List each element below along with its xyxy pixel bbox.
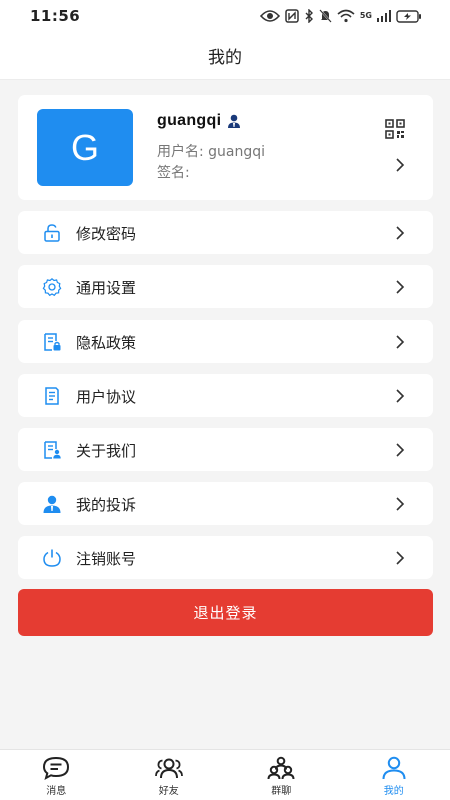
nav-label: 群聊 <box>271 786 292 797</box>
nav-label: 消息 <box>46 786 67 797</box>
battery-icon <box>396 9 421 23</box>
profile-username: 用户名: guangqi <box>157 144 266 160</box>
power-icon <box>43 549 61 567</box>
profile-name-row: guangqi <box>157 112 242 130</box>
mute-bell-icon <box>319 9 332 23</box>
person-icon <box>43 495 61 513</box>
menu-item-delete-account[interactable]: 注销账号 <box>18 536 433 579</box>
menu-label: 修改密码 <box>76 225 137 243</box>
qr-code-icon[interactable] <box>385 119 405 139</box>
friends-icon <box>154 758 183 779</box>
eye-icon <box>259 10 280 22</box>
profile-icon <box>382 756 406 780</box>
menu-item-user-agreement[interactable]: 用户协议 <box>18 374 433 417</box>
menu-label: 隐私政策 <box>76 334 137 352</box>
menu-label: 用户协议 <box>76 388 137 406</box>
profile-signature: 签名: <box>157 165 190 181</box>
network-label: 5G <box>359 11 372 20</box>
group-icon <box>267 756 295 780</box>
menu-item-privacy-policy[interactable]: 隐私政策 <box>18 320 433 363</box>
message-icon <box>43 756 70 780</box>
page-title: 我的 <box>208 48 242 68</box>
menu-item-general-settings[interactable]: 通用设置 <box>18 265 433 308</box>
chevron-right-icon <box>396 335 405 349</box>
document-lock-icon <box>44 333 61 351</box>
logout-button[interactable]: 退出登录 <box>18 589 433 636</box>
status-time: 11:56 <box>30 7 81 25</box>
chevron-right-icon <box>396 226 405 240</box>
app-header: 我的 <box>0 32 450 80</box>
nav-label: 好友 <box>158 786 179 797</box>
profile-name: guangqi <box>157 112 222 129</box>
chevron-right-icon <box>396 389 405 403</box>
nfc-icon <box>285 9 299 23</box>
nav-item-group-chat[interactable]: 群聊 <box>225 750 338 800</box>
menu-item-change-password[interactable]: 修改密码 <box>18 211 433 254</box>
wifi-icon <box>337 9 355 23</box>
menu-item-my-complaints[interactable]: 我的投诉 <box>18 482 433 525</box>
nav-item-messages[interactable]: 消息 <box>0 750 113 800</box>
chevron-right-icon <box>396 158 405 172</box>
signal-icon <box>377 10 391 22</box>
nav-item-me[interactable]: 我的 <box>338 750 450 800</box>
menu-label: 注销账号 <box>76 550 137 568</box>
nav-label: 我的 <box>383 786 404 797</box>
status-bar: 11:56 5G <box>0 0 450 32</box>
profile-card[interactable]: G guangqi 用户名: guangqi 签名: <box>18 95 433 200</box>
menu-label: 通用设置 <box>76 279 137 297</box>
nav-item-friends[interactable]: 好友 <box>113 750 226 800</box>
menu-label: 我的投诉 <box>76 496 137 514</box>
chevron-right-icon <box>396 443 405 457</box>
document-icon <box>45 387 59 405</box>
chevron-right-icon <box>396 280 405 294</box>
verified-user-icon <box>228 114 241 128</box>
menu-item-about-us[interactable]: 关于我们 <box>18 428 433 471</box>
document-person-icon <box>44 441 61 459</box>
avatar[interactable]: G <box>37 109 133 186</box>
gear-icon <box>42 278 62 297</box>
status-icons: 5G <box>259 9 422 23</box>
lock-icon <box>44 224 60 242</box>
chevron-right-icon <box>396 497 405 511</box>
menu-label: 关于我们 <box>76 442 137 460</box>
chevron-right-icon <box>396 551 405 565</box>
bottom-nav: 消息 好友 群聊 我的 <box>0 749 450 800</box>
bluetooth-icon <box>305 9 313 23</box>
